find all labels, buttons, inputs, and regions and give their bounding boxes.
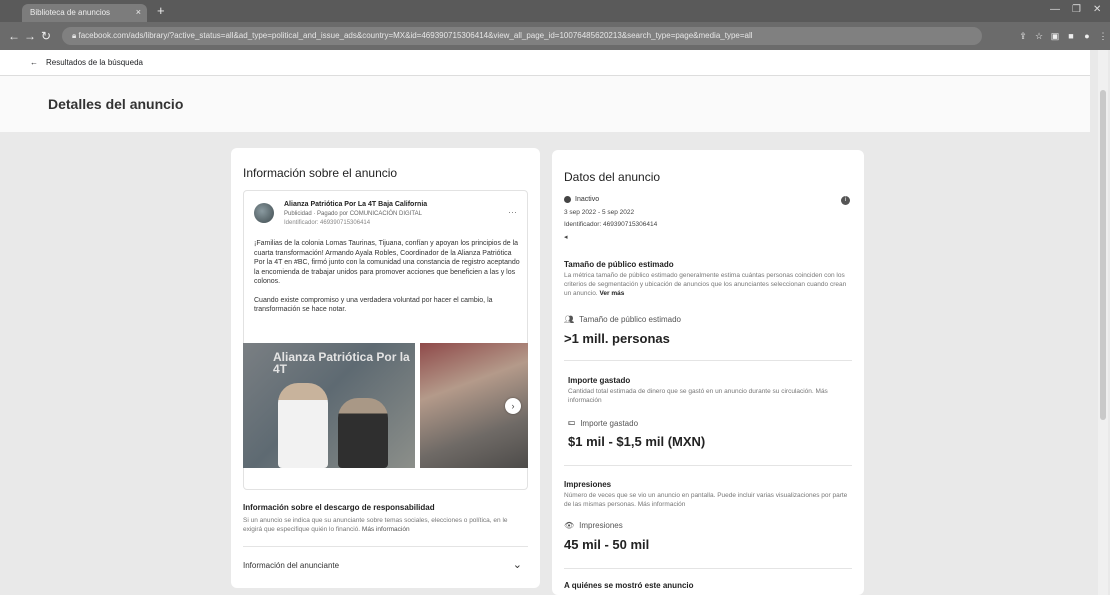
ad-data-card: Datos del anuncio Inactivo i 3 sep 2022 …: [552, 150, 864, 595]
more-info-link[interactable]: Más información: [362, 526, 410, 533]
impressions-label: 👁︎ Impresiones: [564, 521, 623, 530]
share-icon[interactable]: ⇪: [1018, 31, 1028, 41]
image-banner-text: Alianza Patriótica Por la 4T: [273, 350, 410, 376]
url-text: facebook.com/ads/library/?active_status=…: [78, 31, 753, 40]
page-scrollbar[interactable]: [1098, 50, 1108, 595]
bookmark-star-icon[interactable]: ☆: [1034, 31, 1044, 41]
ad-body-text: ¡Familias de la colonia Lomas Taurinas, …: [254, 239, 520, 324]
run-dates: 3 sep 2022 - 5 sep 2022: [564, 209, 635, 216]
impressions-title: Impresiones: [564, 480, 612, 489]
impressions-desc-text: Número de veces que se vio un anuncio en…: [564, 492, 848, 508]
people-icon: 👥︎: [564, 315, 575, 324]
more-info-link[interactable]: Más información: [638, 501, 686, 508]
extension-icon[interactable]: ▣: [1050, 31, 1060, 41]
page-header: Detalles del anuncio: [0, 76, 1090, 132]
audience-label-text: Tamaño de público estimado: [579, 315, 681, 324]
photo-person: [338, 398, 388, 468]
back-arrow-icon: ←: [30, 58, 38, 67]
advertiser-info-label: Información del anunciante: [243, 561, 340, 570]
audience-desc: La métrica tamaño de público estimado ge…: [564, 271, 854, 298]
status-badge: Inactivo: [564, 196, 599, 203]
results-nav: ← Resultados de la búsqueda: [0, 50, 1090, 76]
impressions-value: 45 mil - 50 mil: [564, 537, 650, 552]
audience-label: 👥︎ Tamaño de público estimado: [564, 315, 681, 324]
spend-value: $1 mil - $1,5 mil (MXN): [568, 434, 706, 449]
audience-value: >1 mill. personas: [564, 331, 670, 346]
reload-icon[interactable]: ↻: [41, 29, 51, 43]
ad-info-title: Información sobre el anuncio: [243, 166, 398, 180]
spend-title: Importe gastado: [568, 376, 631, 385]
eye-icon: 👁︎: [564, 521, 575, 530]
photo-person: [278, 383, 328, 468]
info-icon[interactable]: i: [841, 196, 850, 205]
impressions-desc: Número de veces que se vio un anuncio en…: [564, 491, 854, 509]
disclaimer-title: Información sobre el descargo de respons…: [243, 503, 435, 512]
browser-tab-bar: Biblioteca de anuncios × + ― ❐ ✕: [0, 0, 1110, 22]
forward-arrow-icon[interactable]: →: [24, 29, 36, 43]
page-title: Detalles del anuncio: [48, 96, 184, 112]
advertiser-avatar: [254, 203, 274, 223]
chevron-down-icon[interactable]: ⌄: [513, 558, 522, 571]
menu-kebab-icon[interactable]: ⋮: [1098, 31, 1108, 41]
spend-label-text: Importe gastado: [580, 418, 639, 428]
impressions-label-text: Impresiones: [579, 521, 623, 530]
minimize-icon[interactable]: ―: [1050, 4, 1060, 15]
ad-info-card: Información sobre el anuncio Alianza Pat…: [231, 148, 540, 588]
tab-close-icon[interactable]: ×: [136, 7, 141, 17]
divider: [564, 360, 852, 361]
spend-desc: Cantidad total estimada de dinero que se…: [568, 387, 852, 405]
window-close-icon[interactable]: ✕: [1093, 4, 1101, 15]
divider: [564, 465, 852, 466]
divider: [564, 568, 852, 569]
ad-data-title: Datos del anuncio: [564, 170, 661, 184]
audience-title: Tamaño de público estimado: [564, 260, 674, 269]
back-link-label: Resultados de la búsqueda: [46, 58, 143, 67]
ad-id: Identificador: 469390715306414: [564, 221, 658, 228]
money-icon: 💵︎: [568, 418, 576, 427]
carousel-next-icon[interactable]: ›: [505, 398, 521, 414]
status-dot-icon: [564, 196, 571, 203]
back-to-results-link[interactable]: ← Resultados de la búsqueda: [30, 58, 143, 67]
back-arrow-icon[interactable]: ←: [8, 29, 20, 43]
ad-id-line: Identificador: 469390715306414: [284, 220, 371, 226]
shown-to-title[interactable]: A quiénes se mostró este anuncio: [564, 581, 694, 590]
maximize-icon[interactable]: ❐: [1072, 4, 1081, 15]
sidebar-icon[interactable]: ■: [1066, 31, 1076, 41]
ad-image-carousel: Alianza Patriótica Por la 4T ›: [243, 343, 528, 468]
advertiser-info-row[interactable]: Información del anunciante ⌄: [231, 548, 540, 582]
browser-tab[interactable]: Biblioteca de anuncios ×: [22, 4, 147, 22]
address-toolbar: ← → ↻ 🔒︎ facebook.com/ads/library/?activ…: [0, 22, 1110, 50]
tab-title: Biblioteca de anuncios: [30, 8, 111, 17]
divider: [243, 546, 528, 547]
status-text: Inactivo: [575, 196, 600, 203]
scrollbar-thumb[interactable]: [1100, 90, 1106, 420]
sponsored-line: Publicidad · Pagado por COMUNICACIÓN DIG…: [284, 211, 422, 217]
carousel-image: Alianza Patriótica Por la 4T: [243, 343, 415, 468]
see-more-link[interactable]: Ver más: [599, 290, 624, 297]
spend-label: 💵︎ Importe gastado: [568, 418, 638, 428]
new-tab-button[interactable]: +: [157, 3, 165, 18]
advertiser-name[interactable]: Alianza Patriótica Por La 4T Baja Califo…: [284, 201, 427, 208]
spend-desc-text: Cantidad total estimada de dinero que se…: [568, 388, 814, 395]
disclaimer-desc: Si un anuncio se indica que su anunciant…: [243, 516, 528, 534]
ad-body-paragraph: Cuando existe compromiso y una verdadera…: [254, 296, 493, 314]
url-field[interactable]: 🔒︎ facebook.com/ads/library/?active_stat…: [62, 27, 982, 45]
ad-body-paragraph: ¡Familias de la colonia Lomas Taurinas, …: [254, 240, 520, 285]
profile-icon[interactable]: ●: [1082, 31, 1092, 41]
platform-icon: ◂: [564, 234, 568, 241]
more-options-icon[interactable]: ···: [508, 207, 517, 217]
